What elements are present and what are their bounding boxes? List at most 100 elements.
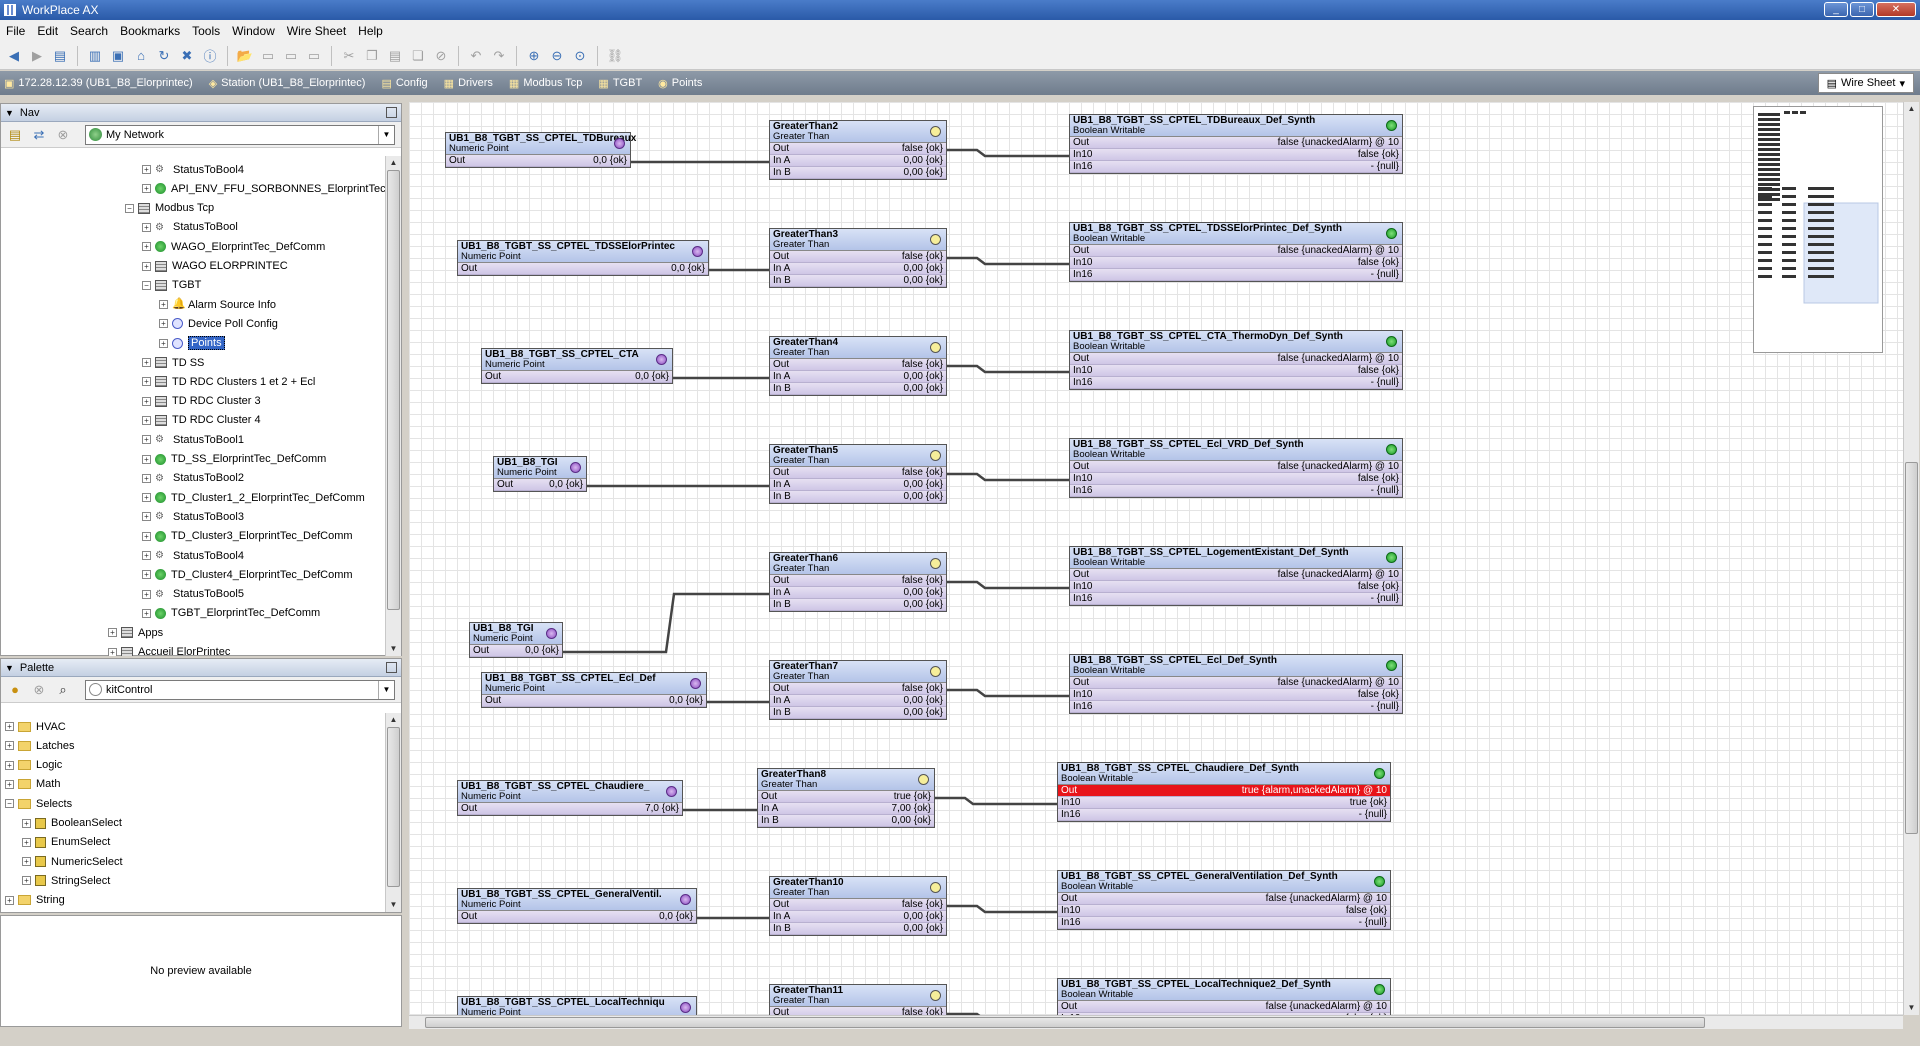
- slot[interactable]: In A 0,00 {ok}: [770, 695, 946, 707]
- tree-item[interactable]: + TGBT_ElorprintTec_DefComm: [142, 604, 320, 623]
- tree-item[interactable]: + ⚙ StatusToBool4: [142, 160, 244, 179]
- expand-node-icon[interactable]: +: [142, 493, 151, 503]
- back-icon[interactable]: ◀: [4, 46, 24, 66]
- slot[interactable]: Out false {unackedAlarm} @ 10: [1070, 353, 1402, 365]
- expand-node-icon[interactable]: +: [22, 818, 31, 828]
- menu-bookmarks[interactable]: Bookmarks: [120, 24, 180, 38]
- maximize-pane-icon[interactable]: [386, 662, 397, 673]
- breadcrumb-drivers[interactable]: ▦ Drivers: [444, 71, 493, 95]
- breadcrumb-points[interactable]: ◉ Points: [658, 71, 702, 95]
- find-icon[interactable]: ⌕: [53, 680, 73, 700]
- slot[interactable]: In A 0,00 {ok}: [770, 911, 946, 923]
- tree-item[interactable]: + Logic: [5, 756, 62, 775]
- expand-node-icon[interactable]: +: [142, 184, 151, 194]
- slot[interactable]: In16 - {null}: [1070, 161, 1402, 173]
- refresh-icon[interactable]: ↻: [154, 46, 174, 66]
- forward-icon[interactable]: ▶: [27, 46, 47, 66]
- greater-than-node[interactable]: GreaterThan10 Greater Than Out false {ok} In…: [769, 876, 947, 936]
- numeric-point-node[interactable]: UB1_B8_TGBT_SS_CPTEL_GeneralVentil. Numer…: [457, 888, 697, 924]
- slot[interactable]: In16 - {null}: [1070, 485, 1402, 497]
- slot[interactable]: Out 0,0 {ok}: [470, 645, 562, 657]
- boolean-writable-node[interactable]: UB1_B8_TGBT_SS_CPTEL_TDSSElorPrintec_Def…: [1069, 222, 1403, 282]
- nav-scrollbar[interactable]: ▲ ▼: [385, 156, 401, 656]
- tree-item[interactable]: + Accueil ElorPrintec: [108, 643, 230, 656]
- status-icon[interactable]: [680, 1002, 691, 1013]
- palette-scroll-thumb[interactable]: [387, 727, 400, 887]
- minimize-button[interactable]: _: [1824, 2, 1848, 17]
- expand-node-icon[interactable]: +: [5, 760, 14, 770]
- canvas-vscroll-thumb[interactable]: [1905, 462, 1918, 834]
- paste-icon[interactable]: ▤: [385, 46, 405, 66]
- minimap[interactable]: [1753, 106, 1883, 353]
- breadcrumb-host[interactable]: ▣ 172.28.12.39 (UB1_B8_Elorprintec): [4, 71, 193, 95]
- slot[interactable]: In16 - {null}: [1058, 809, 1390, 821]
- tree-item[interactable]: + ⚙ StatusToBool: [142, 218, 238, 237]
- menu-file[interactable]: File: [6, 24, 25, 38]
- tree-item[interactable]: + String: [5, 891, 65, 910]
- slot[interactable]: Out true {alarm,unackedAlarm} @ 10: [1058, 785, 1390, 797]
- boolean-writable-node[interactable]: UB1_B8_TGBT_SS_CPTEL_Ecl_Def_Synth Boolea…: [1069, 654, 1403, 714]
- sync-icon[interactable]: ⇄: [29, 125, 49, 145]
- save-icon[interactable]: ▭: [258, 46, 278, 66]
- slot[interactable]: Out 0,0 {ok}: [482, 695, 706, 707]
- tree-item[interactable]: + StringSelect: [22, 871, 110, 890]
- up-folder-icon[interactable]: ▤: [50, 46, 70, 66]
- slot[interactable]: Out false {unackedAlarm} @ 10: [1070, 569, 1402, 581]
- expand-node-icon[interactable]: +: [142, 165, 151, 174]
- boolean-writable-node[interactable]: UB1_B8_TGBT_SS_CPTEL_CTA_ThermoDyn_Def_S…: [1069, 330, 1403, 390]
- breadcrumb-modbus[interactable]: ▦ Modbus Tcp: [509, 71, 583, 95]
- slot[interactable]: Out 7,0 {ok}: [458, 803, 682, 815]
- expand-node-icon[interactable]: +: [108, 628, 117, 638]
- tree-item[interactable]: + NumericSelect: [22, 852, 123, 871]
- action-icon[interactable]: [930, 990, 941, 1001]
- status-icon[interactable]: [1386, 336, 1397, 347]
- network-selector[interactable]: My Network ▼: [85, 125, 395, 145]
- menu-edit[interactable]: Edit: [37, 24, 58, 38]
- slot[interactable]: Out true {ok}: [758, 791, 934, 803]
- slot[interactable]: Out 0,0 {ok}: [494, 479, 586, 491]
- palette-scrollbar[interactable]: ▲ ▼: [385, 713, 401, 912]
- slot[interactable]: Out false {ok}: [770, 467, 946, 479]
- expand-node-icon[interactable]: +: [142, 396, 151, 406]
- open-palette-icon[interactable]: ●: [5, 680, 25, 700]
- info-icon[interactable]: ⓘ: [200, 46, 220, 66]
- zoom-in-icon[interactable]: ⊕: [524, 46, 544, 66]
- slot[interactable]: Out false {ok}: [770, 1007, 946, 1015]
- numeric-point-node[interactable]: UB1_B8_TGBT_SS_CPTEL_LocalTechniqu Numeri…: [457, 996, 697, 1015]
- expand-node-icon[interactable]: +: [159, 300, 168, 310]
- expand-node-icon[interactable]: +: [142, 242, 151, 252]
- palette-selector[interactable]: kitControl ▼: [85, 680, 395, 700]
- status-icon[interactable]: [614, 138, 625, 149]
- status-icon[interactable]: [1374, 876, 1385, 887]
- breadcrumb-tgbt[interactable]: ▦ TGBT: [598, 71, 642, 95]
- tree-item[interactable]: + WAGO ELORPRINTEC: [142, 257, 288, 276]
- tree-item[interactable]: − Modbus Tcp: [125, 199, 214, 218]
- slot[interactable]: Out 0,0 {ok}: [458, 263, 708, 275]
- expand-node-icon[interactable]: +: [22, 837, 31, 847]
- breadcrumb-config[interactable]: ▤ Config: [381, 71, 427, 95]
- expand-node-icon[interactable]: +: [5, 895, 14, 905]
- slot[interactable]: Out false {unackedAlarm} @ 10: [1070, 461, 1402, 473]
- zoom-out-icon[interactable]: ⊖: [547, 46, 567, 66]
- expand-node-icon[interactable]: +: [22, 857, 31, 867]
- tree-item[interactable]: + Math: [5, 775, 60, 794]
- close-button[interactable]: ✕: [1876, 2, 1916, 17]
- tree-item[interactable]: + ⚙ StatusToBool4: [142, 546, 244, 565]
- tree-item[interactable]: + TD_Cluster4_ElorprintTec_DefComm: [142, 565, 353, 584]
- slot[interactable]: In10 false {ok}: [1070, 257, 1402, 269]
- tree-item[interactable]: + 🔔 Alarm Source Info: [159, 295, 276, 314]
- action-icon[interactable]: [930, 234, 941, 245]
- expand-node-icon[interactable]: +: [22, 876, 31, 886]
- menu-tools[interactable]: Tools: [192, 24, 220, 38]
- side-bar-icon[interactable]: ▥: [85, 46, 105, 66]
- menu-help[interactable]: Help: [358, 24, 383, 38]
- greater-than-node[interactable]: GreaterThan8 Greater Than Out true {ok} In A…: [757, 768, 935, 828]
- tree-item[interactable]: + TD RDC Cluster 3: [142, 392, 261, 411]
- boolean-writable-node[interactable]: UB1_B8_TGBT_SS_CPTEL_LocalTechnique2_Def…: [1057, 978, 1391, 1015]
- status-icon[interactable]: [656, 354, 667, 365]
- breadcrumb-station[interactable]: ◈ Station (UB1_B8_Elorprintec): [209, 71, 366, 95]
- slot[interactable]: In16 - {null}: [1070, 269, 1402, 281]
- expand-node-icon[interactable]: +: [5, 722, 14, 731]
- status-icon[interactable]: [1374, 768, 1385, 779]
- tree-item[interactable]: + TD_Cluster3_ElorprintTec_DefComm: [142, 527, 353, 546]
